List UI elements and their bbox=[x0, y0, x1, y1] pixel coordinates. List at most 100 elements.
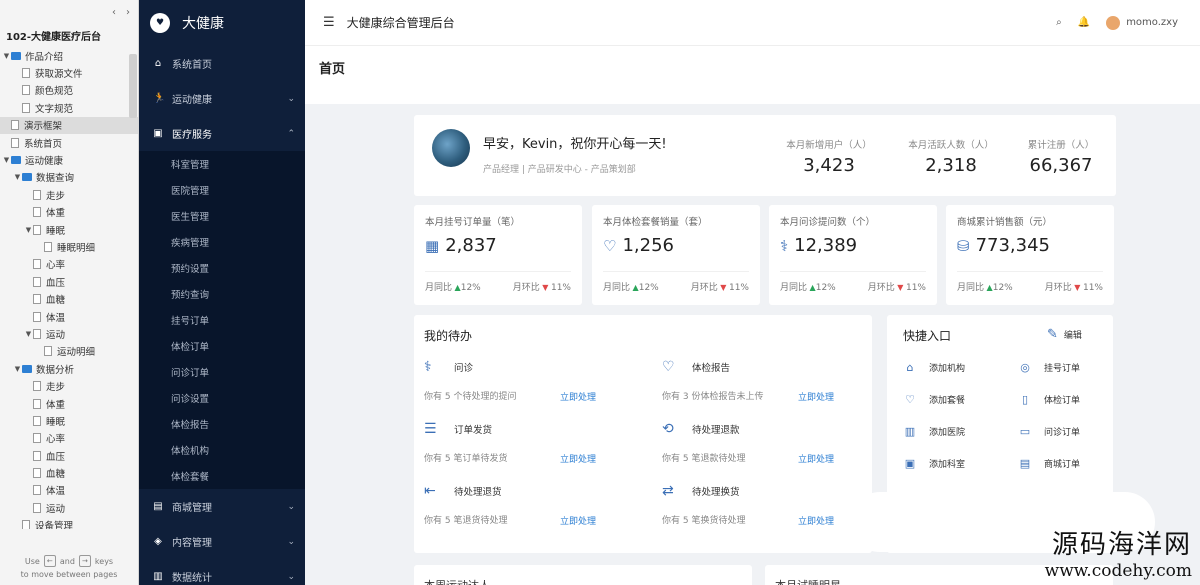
tree-item[interactable]: 体温 bbox=[0, 482, 138, 499]
next-page-icon[interactable]: › bbox=[126, 7, 130, 18]
search-icon[interactable]: ⌕ bbox=[1056, 17, 1062, 28]
nav-subitem[interactable]: 预约查询 bbox=[139, 281, 305, 307]
nav-subitem[interactable]: 预约设置 bbox=[139, 255, 305, 281]
process-now-link[interactable]: 立即处理 bbox=[560, 514, 596, 527]
top-header: ☰ 大健康综合管理后台 ⌕ 🔔 momo.zxy bbox=[305, 0, 1200, 46]
tree-item[interactable]: 睡眠 bbox=[0, 412, 138, 429]
todo-desc: 你有 5 笔退货待处理 bbox=[424, 516, 508, 526]
tree-item[interactable]: 文字规范 bbox=[0, 99, 138, 116]
tree-item-label: 走步 bbox=[46, 382, 66, 394]
nav-menu-medkit[interactable]: ▣ 医疗服务 ⌃ bbox=[139, 116, 305, 151]
header-title: 大健康综合管理后台 bbox=[346, 16, 455, 30]
heart-check-icon: ♡ bbox=[662, 359, 675, 375]
nav-subitem[interactable]: 体检机构 bbox=[139, 437, 305, 463]
process-now-link[interactable]: 立即处理 bbox=[798, 452, 834, 465]
nav-menu-stats[interactable]: ▥ 数据统计 ⌄ bbox=[139, 559, 305, 585]
process-now-link[interactable]: 立即处理 bbox=[798, 514, 834, 527]
nav-menu-content[interactable]: ◈ 内容管理 ⌄ bbox=[139, 524, 305, 559]
todo-item: ⟲ 待处理退款 你有 5 笔退款待处理 立即处理 bbox=[662, 421, 872, 471]
tree-item[interactable]: ▼ 睡眠 bbox=[0, 221, 138, 238]
user-avatar bbox=[432, 129, 470, 167]
nav-menu-home[interactable]: ⌂ 系统首页 bbox=[139, 46, 305, 81]
quick-entry-pin[interactable]: ◎ 挂号订单 bbox=[1018, 361, 1080, 374]
page-icon bbox=[33, 381, 41, 392]
tree-item[interactable]: 演示框架 bbox=[0, 116, 138, 134]
tree-item[interactable]: 心率 bbox=[0, 256, 138, 273]
trend-up-icon: ▲ bbox=[807, 283, 816, 292]
tree-item[interactable]: ▼ 数据查询 bbox=[0, 169, 138, 186]
tree-scrollbar[interactable] bbox=[129, 54, 137, 118]
nav-menu-shop[interactable]: ▤ 商城管理 ⌄ bbox=[139, 489, 305, 524]
tree-item[interactable]: 血压 bbox=[0, 447, 138, 464]
nav-subitem[interactable]: 问诊设置 bbox=[139, 385, 305, 411]
tree-item[interactable]: 血糖 bbox=[0, 290, 138, 307]
caret-down-icon: ▼ bbox=[14, 173, 21, 182]
process-now-link[interactable]: 立即处理 bbox=[798, 390, 834, 403]
tree-item[interactable]: 颜色规范 bbox=[0, 82, 138, 99]
brand[interactable]: ♥ 大健康 bbox=[139, 0, 305, 46]
nav-subitem[interactable]: 医生管理 bbox=[139, 203, 305, 229]
tree-item[interactable]: 运动 bbox=[0, 499, 138, 516]
stat-active-users: 本月活跃人数（人） 2,318 bbox=[896, 137, 1006, 176]
quick-entry-department[interactable]: ▣ 添加科室 bbox=[903, 457, 965, 470]
tree-item[interactable]: ▼ 数据分析 bbox=[0, 360, 138, 377]
nav-subitem[interactable]: 体检报告 bbox=[139, 411, 305, 437]
tree-item[interactable]: 走步 bbox=[0, 377, 138, 394]
bell-icon[interactable]: 🔔 bbox=[1078, 17, 1090, 28]
tree-item[interactable]: 血压 bbox=[0, 273, 138, 290]
tree-item[interactable]: 体重 bbox=[0, 395, 138, 412]
quick-entry-package[interactable]: ♡ 添加套餐 bbox=[903, 393, 965, 406]
todo-name: 待处理退货 bbox=[454, 487, 502, 498]
nav-subitem[interactable]: 体检套餐 bbox=[139, 463, 305, 489]
user-menu[interactable]: momo.zxy bbox=[1106, 15, 1178, 30]
nav-menu-label: 运动健康 bbox=[172, 95, 212, 106]
kpi-card: 本月挂号订单量（笔） ▦ 2,837 月同比 ▲12% 月环比 ▼ 11% bbox=[414, 205, 582, 305]
nav-subitem[interactable]: 医院管理 bbox=[139, 177, 305, 203]
kpi-trend: 月同比 ▲12% 月环比 ▼ 11% bbox=[603, 280, 749, 293]
tree-item-label: 睡眠 bbox=[46, 416, 66, 428]
tree-item-label: 心率 bbox=[46, 434, 66, 446]
nav-subitem[interactable]: 问诊订单 bbox=[139, 359, 305, 385]
tree-item[interactable]: 血糖 bbox=[0, 464, 138, 481]
tree-item[interactable]: 走步 bbox=[0, 186, 138, 203]
nav-menu-run[interactable]: 🏃 运动健康 ⌄ bbox=[139, 81, 305, 116]
quick-entry-label: 添加套餐 bbox=[929, 396, 966, 406]
process-now-link[interactable]: 立即处理 bbox=[560, 452, 596, 465]
kpi-card: 商城累计销售额（元） ⛁ 773,345 月同比 ▲12% 月环比 ▼ 11% bbox=[946, 205, 1114, 305]
nav-subitem[interactable]: 科室管理 bbox=[139, 151, 305, 177]
nav-subitem[interactable]: 疾病管理 bbox=[139, 229, 305, 255]
prev-page-icon[interactable]: ‹ bbox=[112, 7, 116, 18]
tree-item[interactable]: 心率 bbox=[0, 430, 138, 447]
chevron-down-icon: ⌄ bbox=[287, 93, 295, 104]
tree-item[interactable]: 体重 bbox=[0, 204, 138, 221]
mom: 月环比 ▼ 11% bbox=[691, 280, 749, 293]
tree-item-label: 获取源文件 bbox=[35, 69, 83, 81]
tree-item[interactable]: ▼ 运动 bbox=[0, 325, 138, 342]
tree-item[interactable]: 体温 bbox=[0, 308, 138, 325]
edit-button[interactable]: ✎ 编辑 bbox=[1047, 327, 1082, 342]
kpi-value: 2,837 bbox=[445, 235, 497, 256]
quick-entry-label: 添加科室 bbox=[929, 460, 966, 470]
tree-item[interactable]: 获取源文件 bbox=[0, 64, 138, 81]
todo-item: ⇄ 待处理换货 你有 5 笔换货待处理 立即处理 bbox=[662, 483, 872, 533]
nav-subitem[interactable]: 挂号订单 bbox=[139, 307, 305, 333]
trend-down-icon: ▼ bbox=[894, 283, 906, 292]
quick-entry-mall-order[interactable]: ▤ 商城订单 bbox=[1018, 457, 1080, 470]
tree-item[interactable]: 系统首页 bbox=[0, 134, 138, 151]
process-now-link[interactable]: 立即处理 bbox=[560, 390, 596, 403]
stat-new-users: 本月新增用户（人） 3,423 bbox=[774, 137, 884, 176]
return-icon: ⇤ bbox=[424, 483, 436, 499]
quick-entry-chat[interactable]: ▭ 问诊订单 bbox=[1018, 425, 1080, 438]
tree-item[interactable]: ▼ 作品介绍 bbox=[0, 47, 138, 64]
tree-item[interactable]: 睡眠明细 bbox=[0, 238, 138, 255]
tree-item[interactable]: 运动明细 bbox=[0, 343, 138, 360]
tree-item[interactable]: ▼ 运动健康 bbox=[0, 151, 138, 168]
quick-entry-doc[interactable]: ▯ 体检订单 bbox=[1018, 393, 1080, 406]
mom-value: 11% bbox=[728, 283, 749, 293]
quick-entry-hospital[interactable]: ▥ 添加医院 bbox=[903, 425, 965, 438]
menu-fold-icon[interactable]: ☰ bbox=[323, 15, 335, 30]
nav-subitem[interactable]: 体检订单 bbox=[139, 333, 305, 359]
user-role: 产品经理 | 产品研发中心 - 产品策划部 bbox=[483, 165, 636, 175]
quick-entry-institution[interactable]: ⌂ 添加机构 bbox=[903, 361, 966, 374]
caret-down-icon: ▼ bbox=[3, 156, 10, 165]
